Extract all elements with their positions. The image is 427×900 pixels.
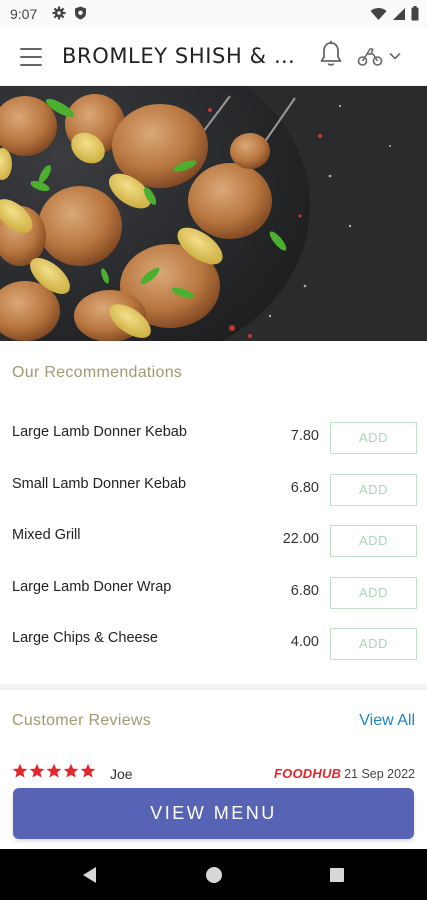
notifications-button[interactable] bbox=[318, 40, 346, 70]
review-date: 21 Sep 2022 bbox=[344, 767, 415, 781]
menu-item-name: Large Lamb Donner Kebab bbox=[12, 424, 187, 440]
back-button[interactable] bbox=[60, 849, 120, 900]
menu-icon-line bbox=[20, 48, 42, 50]
add-button[interactable]: ADD bbox=[330, 628, 417, 660]
menu-item-price: 4.00 bbox=[290, 634, 319, 650]
menu-icon-line bbox=[20, 56, 42, 58]
status-right-icons bbox=[370, 6, 419, 21]
section-divider bbox=[0, 684, 427, 690]
signal-icon bbox=[393, 7, 405, 20]
menu-item-name: Small Lamb Donner Kebab bbox=[12, 475, 187, 492]
star-icon bbox=[46, 763, 62, 778]
home-icon bbox=[206, 866, 222, 883]
back-icon bbox=[83, 866, 96, 883]
menu-item-price: 7.80 bbox=[290, 428, 319, 444]
recents-button[interactable] bbox=[307, 849, 367, 900]
menu-icon-line bbox=[20, 64, 42, 66]
star-icon bbox=[80, 763, 96, 778]
menu-item-row: Large Chips & Cheese 4.00 ADD bbox=[0, 618, 427, 670]
menu-item-row: Large Lamb Doner Wrap 6.80 ADD bbox=[0, 567, 427, 619]
menu-item-row: Small Lamb Donner Kebab 6.80 ADD bbox=[0, 464, 427, 516]
menu-item-price: 6.80 bbox=[290, 479, 319, 496]
recommendations-title: Our Recommendations bbox=[12, 364, 183, 381]
add-button[interactable]: ADD bbox=[330, 576, 417, 609]
star-icon bbox=[29, 763, 45, 778]
status-time: 9:07 bbox=[10, 6, 38, 22]
status-bar: 9:07 bbox=[0, 0, 427, 28]
battery-icon bbox=[411, 6, 419, 21]
restaurant-title: BROMLEY SHISH & G... bbox=[62, 44, 302, 68]
system-nav-bar bbox=[0, 849, 427, 900]
menu-item-row: Mixed Grill 22.00 ADD bbox=[0, 515, 427, 567]
shield-icon bbox=[75, 6, 86, 20]
add-button[interactable]: ADD bbox=[330, 525, 417, 557]
view-menu-button[interactable]: VIEW MENU bbox=[13, 788, 414, 839]
app-bar: BROMLEY SHISH & G... bbox=[0, 28, 427, 86]
bell-icon bbox=[320, 40, 342, 66]
chevron-down-icon bbox=[389, 52, 401, 60]
menu-item-row: Large Lamb Donner Kebab 7.80 ADD bbox=[0, 412, 427, 464]
view-all-reviews-link[interactable]: View All bbox=[359, 712, 415, 730]
ride-icon bbox=[357, 48, 383, 66]
menu-item-name: Mixed Grill bbox=[12, 527, 81, 543]
hero-food-image bbox=[0, 86, 427, 341]
menu-item-name: Large Chips & Cheese bbox=[12, 630, 158, 646]
review-rating bbox=[12, 763, 96, 779]
status-left-icons bbox=[52, 6, 87, 20]
menu-item-price: 6.80 bbox=[290, 582, 319, 599]
home-button[interactable] bbox=[184, 849, 244, 900]
gear-icon bbox=[52, 6, 66, 20]
order-type-selector[interactable] bbox=[357, 42, 415, 70]
star-icon bbox=[12, 763, 28, 778]
recents-icon bbox=[330, 867, 344, 882]
add-button[interactable]: ADD bbox=[330, 422, 417, 454]
foodhub-logo: FOODHUB bbox=[274, 766, 342, 781]
kebab-photo-illustration bbox=[0, 86, 427, 341]
reviews-title: Customer Reviews bbox=[12, 712, 152, 729]
add-button[interactable]: ADD bbox=[330, 473, 417, 506]
recommendations-list: Large Lamb Donner Kebab 7.80 ADD Small L… bbox=[0, 412, 427, 670]
menu-item-price: 22.00 bbox=[282, 531, 319, 547]
wifi-icon bbox=[370, 7, 387, 20]
menu-button[interactable] bbox=[18, 45, 44, 69]
menu-item-name: Large Lamb Doner Wrap bbox=[12, 578, 172, 595]
reviewer-name: Joe bbox=[110, 766, 133, 782]
star-icon bbox=[63, 763, 79, 778]
